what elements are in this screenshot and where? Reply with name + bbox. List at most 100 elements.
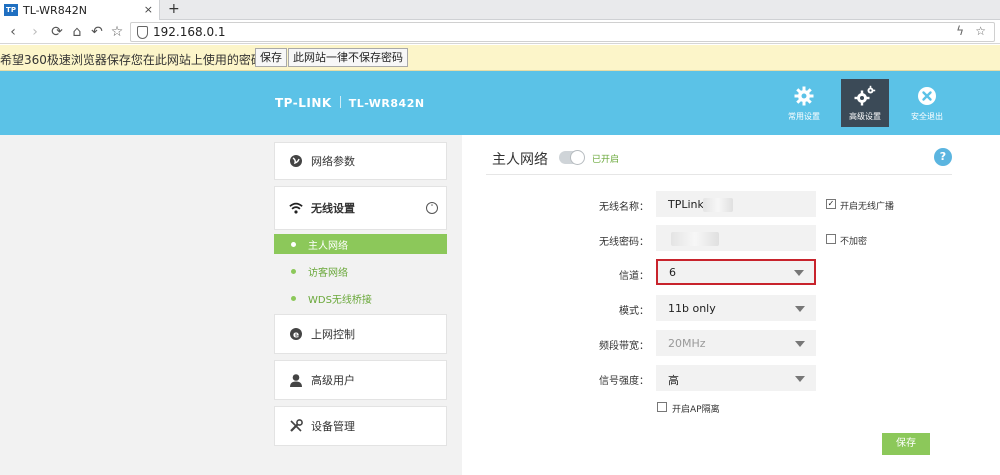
- broadcast-checkbox[interactable]: ✓: [826, 199, 836, 209]
- tp-link-logo: TP-LINK TL-WR842N: [275, 96, 425, 110]
- channel-select[interactable]: 6: [656, 259, 816, 285]
- submenu-guest-network[interactable]: 访客网络: [274, 261, 447, 281]
- save-password-button[interactable]: 保存: [255, 48, 287, 67]
- globe-icon: [289, 154, 303, 168]
- nav-logout-label: 安全退出: [911, 112, 943, 121]
- no-encrypt-checkbox[interactable]: [826, 234, 836, 244]
- password-save-infobar: 希望360极速浏览器保存您在此网站上使用的密码吗？ 保存 此网站一律不保存密码: [0, 45, 1000, 71]
- signal-label: 信号强度：: [599, 376, 649, 387]
- nav-advanced-settings[interactable]: 高级设置: [841, 79, 889, 127]
- bandwidth-select[interactable]: 20MHz: [656, 330, 816, 356]
- sidebar-item-network-params[interactable]: 网络参数: [274, 142, 447, 180]
- logo-divider: [339, 96, 341, 108]
- password-label: 无线密码：: [599, 237, 649, 248]
- dropdown-caret-icon: [795, 376, 805, 382]
- sidebar-item-wireless-settings[interactable]: 无线设置 ˅: [274, 186, 447, 230]
- infobar-message: 希望360极速浏览器保存您在此网站上使用的密码吗？: [0, 53, 287, 67]
- home-icon[interactable]: ⌂: [68, 23, 86, 41]
- never-save-password-button[interactable]: 此网站一律不保存密码: [288, 48, 408, 67]
- ssid-input[interactable]: TPLink: [656, 191, 816, 217]
- submenu-label: WDS无线桥接: [308, 294, 372, 306]
- undo-close-icon[interactable]: ↶: [88, 23, 106, 41]
- signal-select[interactable]: 高: [656, 365, 816, 391]
- page-title: 主人网络: [492, 152, 548, 168]
- channel-value: 6: [669, 266, 676, 279]
- blurred-text: [703, 198, 733, 212]
- tab-title: TL-WR842N: [23, 3, 87, 17]
- forward-icon[interactable]: ›: [26, 23, 44, 41]
- router-header: TP-LINK TL-WR842N 常用设置 高级设置 安全退出: [0, 71, 1000, 135]
- ssid-label: 无线名称：: [599, 202, 649, 213]
- lightning-icon[interactable]: ϟ: [956, 24, 964, 38]
- browser-tab[interactable]: TP TL-WR842N ×: [0, 0, 160, 20]
- broadcast-label: 开启无线广播: [840, 202, 895, 212]
- screen: TP TL-WR842N × + ‹ › ⟳ ⌂ ↶ ☆ 192.168.0.1…: [0, 0, 1000, 475]
- sidebar-item-label: 网络参数: [311, 155, 355, 168]
- nav-logout[interactable]: 安全退出: [903, 79, 951, 127]
- security-shield-icon: [137, 26, 148, 39]
- back-icon[interactable]: ‹: [4, 23, 22, 41]
- save-button[interactable]: 保存: [882, 433, 930, 455]
- nav-advanced-settings-label: 高级设置: [849, 112, 881, 121]
- password-input[interactable]: [656, 225, 816, 251]
- tools-icon: [289, 419, 303, 433]
- url-text: 192.168.0.1: [153, 25, 226, 39]
- blurred-text: [671, 232, 719, 246]
- sidebar-item-label: 设备管理: [311, 420, 355, 433]
- dropdown-caret-icon: [795, 306, 805, 312]
- toggle-knob: [570, 150, 585, 165]
- model-name: TL-WR842N: [348, 97, 425, 110]
- mode-value: 11b only: [668, 302, 716, 315]
- sidebar-item-device-management[interactable]: 设备管理: [274, 406, 447, 446]
- wifi-icon: [289, 201, 303, 215]
- exit-icon: [918, 87, 936, 105]
- logo-text: TP-LINK: [275, 96, 332, 110]
- mode-select[interactable]: 11b only: [656, 295, 816, 321]
- sidebar-item-label: 高级用户: [311, 374, 355, 387]
- bandwidth-label: 频段带宽：: [599, 341, 649, 352]
- dropdown-caret-icon: [794, 270, 804, 276]
- submenu-label: 主人网络: [308, 240, 348, 252]
- gear-icon: [794, 86, 814, 106]
- submenu-wds-bridge[interactable]: WDS无线桥接: [274, 288, 447, 308]
- star-outline-icon[interactable]: ☆: [975, 24, 986, 38]
- help-icon[interactable]: ?: [934, 148, 952, 166]
- svg-text:e: e: [293, 331, 299, 341]
- mode-label: 模式：: [619, 306, 649, 317]
- ssid-value: TPLink: [668, 198, 704, 211]
- bandwidth-value: 20MHz: [668, 337, 706, 350]
- signal-value: 高: [668, 374, 679, 387]
- sidebar-item-label: 上网控制: [311, 328, 355, 341]
- toggle-status-label: 已开启: [592, 155, 620, 165]
- sidebar-item-internet-control[interactable]: e 上网控制: [274, 314, 447, 354]
- main-content: 主人网络 已开启 ? 无线名称： TPLink ✓ 开启无线广播 无线密码： 不…: [462, 135, 1000, 475]
- sidebar-item-advanced-users[interactable]: 高级用户: [274, 360, 447, 400]
- tp-link-favicon-icon: TP: [4, 4, 18, 16]
- reload-icon[interactable]: ⟳: [48, 23, 66, 41]
- dropdown-caret-icon: [795, 341, 805, 347]
- bullet-icon: [291, 268, 296, 274]
- bullet-icon: [291, 295, 296, 301]
- bookmark-star-icon[interactable]: ☆: [108, 23, 126, 41]
- no-encrypt-label: 不加密: [840, 237, 868, 247]
- nav-common-settings[interactable]: 常用设置: [780, 79, 828, 127]
- browser-toolbar: ‹ › ⟳ ⌂ ↶ ☆ 192.168.0.1 ϟ ☆: [0, 20, 1000, 44]
- gears-icon: [854, 85, 876, 106]
- submenu-host-network[interactable]: 主人网络: [274, 234, 447, 254]
- chevron-down-icon[interactable]: ˅: [426, 202, 438, 214]
- user-icon: [289, 373, 303, 387]
- ap-isolation-checkbox[interactable]: [657, 402, 667, 412]
- submenu-label: 访客网络: [308, 267, 348, 279]
- browser-tab-strip: TP TL-WR842N × +: [0, 0, 1000, 20]
- new-tab-button[interactable]: +: [168, 1, 180, 17]
- close-tab-icon[interactable]: ×: [144, 3, 153, 16]
- ap-isolation-label: 开启AP隔离: [672, 405, 720, 415]
- bullet-icon: [291, 241, 296, 247]
- address-bar[interactable]: 192.168.0.1 ϟ ☆: [130, 22, 995, 42]
- internet-explorer-icon: e: [289, 327, 303, 341]
- nav-common-settings-label: 常用设置: [788, 112, 820, 121]
- title-divider: [486, 174, 952, 175]
- channel-label: 信道：: [619, 271, 649, 282]
- network-toggle[interactable]: [559, 150, 585, 165]
- sidebar-item-label: 无线设置: [311, 202, 355, 215]
